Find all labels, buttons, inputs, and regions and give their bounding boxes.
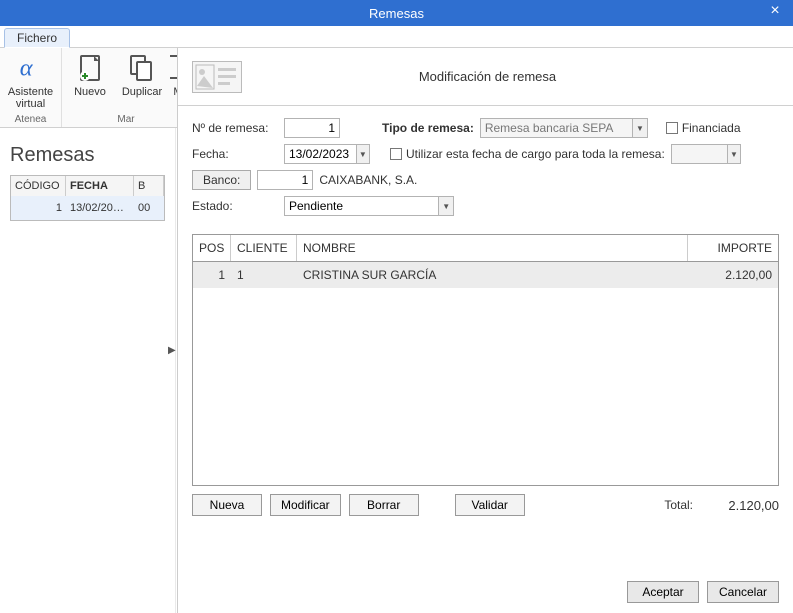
dialog-thumb-icon (192, 61, 242, 93)
chevron-down-icon[interactable]: ▼ (438, 197, 453, 215)
nuevo-button[interactable]: Nuevo (66, 52, 114, 98)
col-importe[interactable]: IMPORTE (688, 235, 778, 261)
banco-button[interactable]: Banco: (192, 170, 251, 190)
tab-fichero[interactable]: Fichero (4, 28, 70, 48)
cell-fecha: 13/02/20… (66, 196, 134, 220)
nuevo-label: Nuevo (74, 86, 106, 98)
fecha-input[interactable] (285, 145, 356, 163)
validar-button[interactable]: Validar (455, 494, 525, 516)
chevron-down-icon[interactable]: ▼ (356, 145, 369, 163)
aceptar-button[interactable]: Aceptar (627, 581, 699, 603)
cell-cliente: 1 (231, 262, 297, 288)
dialog-form: Nº de remesa: Tipo de remesa: ▼ Financia… (178, 106, 793, 226)
total-label: Total: (664, 498, 693, 512)
checkbox-icon[interactable] (390, 148, 402, 160)
alpha-icon: α (15, 52, 47, 84)
assistant-button[interactable]: α Asistente virtual (7, 52, 55, 110)
close-icon[interactable]: × (765, 2, 785, 20)
edit-remesa-dialog: Modificación de remesa Nº de remesa: Tip… (177, 48, 793, 613)
dialog-title: Modificación de remesa (256, 69, 719, 84)
col-fecha[interactable]: FECHA (66, 176, 134, 196)
chevron-down-icon[interactable]: ▼ (727, 145, 740, 163)
cell-b: 00 (134, 196, 164, 220)
usar-fecha-label: Utilizar esta fecha de cargo para toda l… (406, 147, 665, 161)
financiada-label: Financiada (682, 121, 741, 135)
num-remesa-input[interactable] (284, 118, 340, 138)
ribbon-group-atenea: Atenea (15, 114, 47, 125)
left-grid[interactable]: CÓDIGO FECHA B 1 13/02/20… 00 (10, 175, 165, 221)
cancelar-button[interactable]: Cancelar (707, 581, 779, 603)
banco-name: CAIXABANK, S.A. (319, 173, 417, 187)
duplicar-label: Duplicar (122, 86, 162, 98)
usar-fecha-checkbox[interactable]: Utilizar esta fecha de cargo para toda l… (390, 147, 665, 161)
new-doc-icon (74, 52, 106, 84)
banco-code-input[interactable] (257, 170, 313, 190)
financiada-checkbox[interactable]: Financiada (666, 121, 741, 135)
nueva-button[interactable]: Nueva (192, 494, 262, 516)
left-grid-row[interactable]: 1 13/02/20… 00 (11, 196, 164, 220)
chevron-down-icon[interactable]: ▼ (632, 119, 647, 137)
detail-grid[interactable]: POS CLIENTE NOMBRE IMPORTE 1 1 CRISTINA … (192, 234, 779, 486)
window-title: Remesas (369, 6, 424, 21)
expand-handle-icon[interactable]: ▶ (168, 345, 176, 356)
borrar-button[interactable]: Borrar (349, 494, 419, 516)
grid-row[interactable]: 1 1 CRISTINA SUR GARCÍA 2.120,00 (193, 262, 778, 288)
menu-tab-bar: Fichero (0, 26, 793, 48)
cell-importe: 2.120,00 (688, 262, 778, 288)
col-pos[interactable]: POS (193, 235, 231, 261)
col-cliente[interactable]: CLIENTE (231, 235, 297, 261)
svg-text:α: α (19, 55, 33, 82)
modificar-button[interactable]: Modificar (270, 494, 341, 516)
ribbon-group-mantenimiento: Mar (117, 114, 134, 125)
estado-label: Estado: (192, 199, 278, 213)
duplicar-button[interactable]: Duplicar (118, 52, 166, 98)
duplicate-icon (126, 52, 158, 84)
estado-select[interactable] (285, 197, 438, 215)
total-value: 2.120,00 (709, 498, 779, 513)
left-panel: Remesas CÓDIGO FECHA B 1 13/02/20… 00 (0, 128, 176, 613)
cell-nombre: CRISTINA SUR GARCÍA (297, 262, 688, 288)
page-heading: Remesas (10, 144, 165, 167)
col-nombre[interactable]: NOMBRE (297, 235, 688, 261)
fecha-label: Fecha: (192, 147, 278, 161)
fecha-cargo-input[interactable] (672, 145, 727, 163)
cell-pos: 1 (193, 262, 231, 288)
checkbox-icon[interactable] (666, 122, 678, 134)
col-codigo[interactable]: CÓDIGO (11, 176, 66, 196)
col-b[interactable]: B (134, 176, 164, 196)
num-remesa-label: Nº de remesa: (192, 121, 278, 135)
tipo-remesa-label: Tipo de remesa: (382, 121, 474, 135)
cell-codigo: 1 (11, 196, 66, 220)
window-titlebar: Remesas × (0, 0, 793, 26)
assistant-label: Asistente virtual (8, 86, 53, 110)
tipo-remesa-select[interactable] (481, 119, 632, 137)
